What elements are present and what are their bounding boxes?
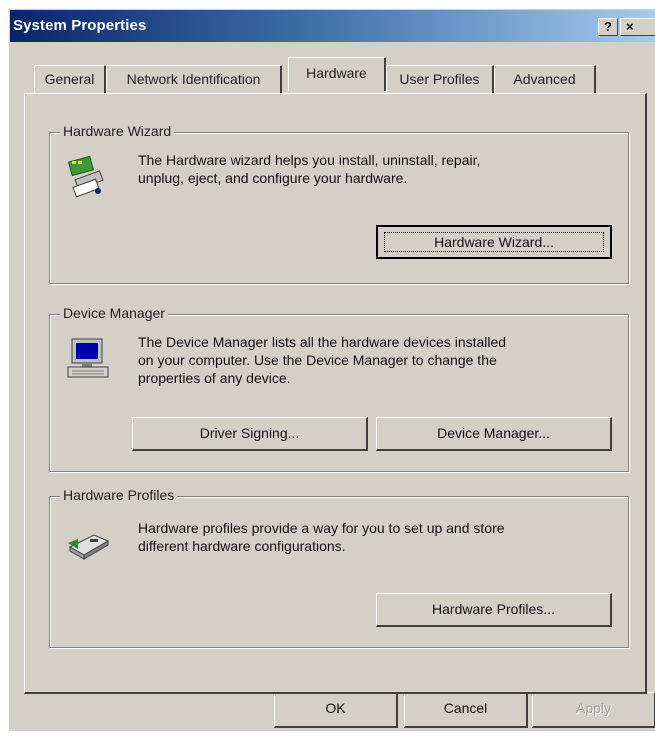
device-manager-button[interactable]: Device Manager... xyxy=(376,417,612,451)
device-manager-button-label: Device Manager... xyxy=(437,425,550,441)
title-bar[interactable]: System Properties ? × xyxy=(10,10,655,42)
hardware-wizard-group: Hardware Wizard The Hardware wizard help… xyxy=(49,123,629,284)
device-manager-group-title: Device Manager xyxy=(60,305,168,321)
ok-button-label: OK xyxy=(325,700,346,716)
hardware-profiles-icon xyxy=(68,534,110,560)
device-manager-description-line2: on your computer. Use the Device Manager… xyxy=(138,352,497,368)
close-button[interactable]: × xyxy=(620,18,655,36)
cancel-button[interactable]: Cancel xyxy=(404,692,528,728)
driver-signing-button[interactable]: Driver Signing... xyxy=(132,417,368,451)
device-manager-description-line1: The Device Manager lists all the hardwar… xyxy=(138,334,507,350)
hardware-profiles-description-line2: different hardware configurations. xyxy=(138,538,346,554)
cancel-button-label: Cancel xyxy=(443,700,488,716)
hardware-wizard-icon xyxy=(67,155,104,198)
hardware-profiles-button-label: Hardware Profiles... xyxy=(432,601,555,617)
ok-button[interactable]: OK xyxy=(274,692,398,728)
hardware-tab-panel: Hardware Wizard The Hardware wizard help… xyxy=(24,93,647,694)
device-manager-group: Device Manager The Device Manager lists … xyxy=(49,305,629,472)
hardware-wizard-description-line1: The Hardware wizard helps you install, u… xyxy=(138,152,481,168)
hardware-profiles-button[interactable]: Hardware Profiles... xyxy=(376,593,612,627)
tab-hardware[interactable]: Hardware xyxy=(288,57,386,91)
system-properties-dialog: System Properties ? × General Network Id… xyxy=(9,9,655,731)
hardware-profiles-description-line1: Hardware profiles provide a way for you … xyxy=(138,520,505,536)
tab-general[interactable]: General xyxy=(34,65,106,93)
tab-advanced[interactable]: Advanced xyxy=(494,65,596,93)
computer-icon xyxy=(67,338,109,378)
help-button[interactable]: ? xyxy=(598,18,618,36)
hardware-wizard-description-line2: unplug, eject, and configure your hardwa… xyxy=(138,170,408,186)
hardware-wizard-group-title: Hardware Wizard xyxy=(60,123,175,139)
apply-button-label: Apply xyxy=(575,700,612,716)
window-title: System Properties xyxy=(13,17,147,34)
tab-network-identification[interactable]: Network Identification xyxy=(106,65,282,93)
apply-button[interactable]: Apply xyxy=(532,692,655,728)
tab-user-profiles[interactable]: User Profiles xyxy=(386,65,494,93)
hardware-profiles-group-title: Hardware Profiles xyxy=(60,487,178,503)
focus-rectangle xyxy=(384,232,604,252)
hardware-profiles-group: Hardware Profiles Hardware profiles prov… xyxy=(49,487,629,648)
hardware-wizard-button[interactable]: Hardware Wizard... xyxy=(376,225,612,259)
device-manager-description-line3: properties of any device. xyxy=(138,370,291,386)
driver-signing-button-label: Driver Signing... xyxy=(199,425,300,441)
